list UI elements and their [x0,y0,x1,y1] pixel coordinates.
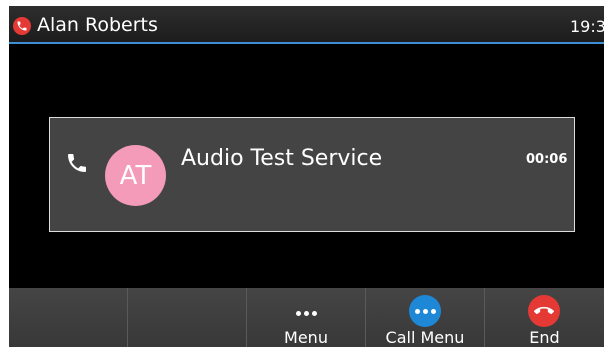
active-call-card[interactable]: AT Audio Test Service 00:06 [49,117,575,232]
call-menu-button[interactable]: Call Menu [366,288,485,347]
clock: 19:34 [570,17,604,36]
call-duration: 00:06 [526,152,568,167]
end-label: End [529,328,560,347]
contact-name: Alan Roberts [37,14,158,36]
more-dots-circle-icon [409,295,441,327]
call-menu-label: Call Menu [385,328,465,347]
softkey-bar: Menu Call Menu End [9,288,604,347]
end-call-button[interactable]: End [485,288,604,347]
menu-label: Menu [284,328,328,347]
caller-name: Audio Test Service [181,146,383,171]
active-call-icon [13,17,31,35]
handset-icon [65,151,89,175]
more-dots-icon [290,297,322,329]
status-bar: Alan Roberts 19:34 [9,6,604,44]
phone-screen: Alan Roberts 19:34 AT Audio Test Service… [9,6,604,347]
end-call-icon [528,295,561,327]
softkey-1[interactable] [9,288,128,347]
menu-button[interactable]: Menu [247,288,366,347]
avatar: AT [105,145,166,206]
softkey-2[interactable] [128,288,247,347]
